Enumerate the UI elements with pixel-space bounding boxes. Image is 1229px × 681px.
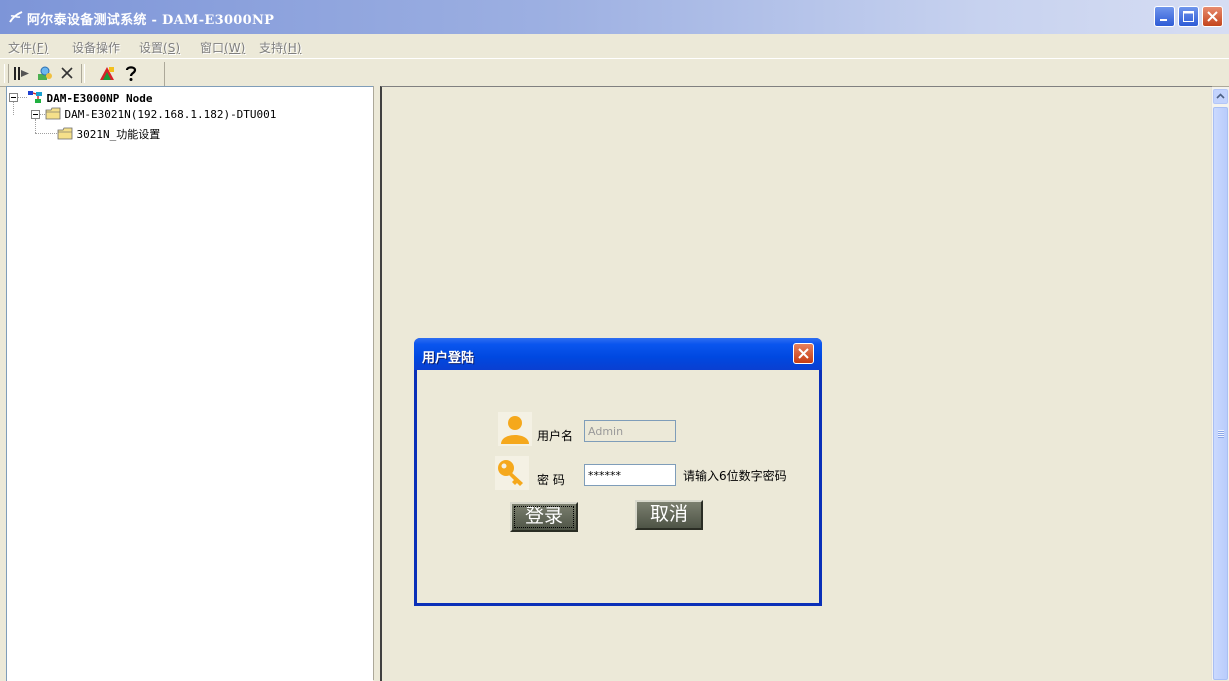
- tree-connector: [13, 102, 14, 115]
- toolbar-end-divider: [164, 62, 165, 86]
- network-icon: [28, 91, 42, 103]
- folder-icon: [45, 107, 61, 120]
- maximize-icon: [1183, 11, 1194, 22]
- tree-connector: [35, 119, 36, 133]
- config-icon: [100, 67, 114, 80]
- disconnect-button[interactable]: [58, 64, 78, 83]
- disconnect-icon: [61, 67, 73, 79]
- chevron-up-icon: [1216, 93, 1225, 99]
- login-button[interactable]: 登录: [510, 502, 578, 532]
- search-device-icon: [38, 66, 52, 80]
- pane-splitter[interactable]: [373, 86, 380, 680]
- login-dialog: 用户登陆 用户名 密 码 请输入6位数字密码 登录 取消: [414, 338, 822, 606]
- password-label: 密 码: [537, 473, 565, 487]
- tree-collapse-toggle[interactable]: [31, 110, 40, 119]
- menu-window[interactable]: 窗口(W): [200, 39, 245, 56]
- toolbar-grip[interactable]: [4, 64, 9, 83]
- tree-node-root-label: DAM-E3000NP Node: [46, 92, 153, 105]
- window-close-button[interactable]: [1202, 6, 1223, 27]
- minimize-button[interactable]: [1154, 6, 1175, 27]
- tree-node-device[interactable]: DAM-E3021N(192.168.1.182)-DTU001: [45, 107, 276, 121]
- folder-icon: [57, 127, 73, 140]
- dialog-close-button[interactable]: [793, 343, 814, 364]
- toolbar: [0, 58, 1229, 87]
- connect-button[interactable]: [12, 64, 32, 83]
- tree-node-function-settings-label: 3021N_功能设置: [76, 128, 161, 141]
- window-title: 阿尔泰设备测试系统 - DAM-E3000NP: [27, 13, 275, 28]
- vertical-scrollbar[interactable]: [1211, 87, 1229, 680]
- device-tree[interactable]: DAM-E3000NP Node DAM-E3021N(192.168.1.18…: [6, 86, 373, 681]
- connect-icon: [14, 67, 29, 80]
- window-titlebar[interactable]: 阿尔泰设备测试系统 - DAM-E3000NP: [0, 0, 1229, 34]
- toolbar-separator: [81, 64, 85, 83]
- dialog-titlebar[interactable]: 用户登陆: [414, 338, 822, 370]
- app-icon: [9, 11, 23, 23]
- tree-collapse-toggle[interactable]: [9, 93, 18, 102]
- tree-node-root[interactable]: DAM-E3000NP Node: [27, 90, 152, 105]
- help-button[interactable]: [121, 64, 141, 83]
- tree-connector: [35, 133, 57, 134]
- dialog-title: 用户登陆: [422, 351, 475, 366]
- menu-support[interactable]: 支持(H): [259, 39, 301, 56]
- menu-settings[interactable]: 设置(S): [139, 39, 180, 56]
- tree-node-device-label: DAM-E3021N(192.168.1.182)-DTU001: [64, 108, 277, 121]
- username-label: 用户名: [537, 429, 574, 443]
- close-icon: [798, 348, 809, 359]
- close-icon: [1207, 11, 1218, 22]
- tree-connector: [18, 97, 27, 98]
- password-hint: 请输入6位数字密码: [683, 469, 787, 483]
- scroll-grip: [1218, 430, 1224, 438]
- minimize-icon: [1160, 19, 1167, 21]
- config-button[interactable]: [97, 64, 117, 83]
- user-icon: [498, 412, 532, 446]
- key-icon: [495, 456, 529, 490]
- tree-node-function-settings[interactable]: 3021N_功能设置: [57, 126, 160, 142]
- maximize-button[interactable]: [1178, 6, 1199, 27]
- dialog-body: 用户名 密 码 请输入6位数字密码 登录 取消: [417, 370, 819, 603]
- password-field[interactable]: [584, 464, 676, 486]
- menu-device-operation[interactable]: 设备操作: [72, 39, 120, 56]
- menu-bar: 文件(F) 设备操作 设置(S) 窗口(W) 支持(H): [0, 34, 1229, 58]
- scroll-thumb[interactable]: [1213, 107, 1228, 680]
- menu-file[interactable]: 文件(F): [8, 39, 48, 56]
- cancel-button[interactable]: 取消: [635, 500, 703, 530]
- help-icon: [125, 66, 137, 81]
- search-device-button[interactable]: [35, 64, 55, 83]
- scroll-up-button[interactable]: [1213, 89, 1228, 104]
- username-field[interactable]: [584, 420, 676, 442]
